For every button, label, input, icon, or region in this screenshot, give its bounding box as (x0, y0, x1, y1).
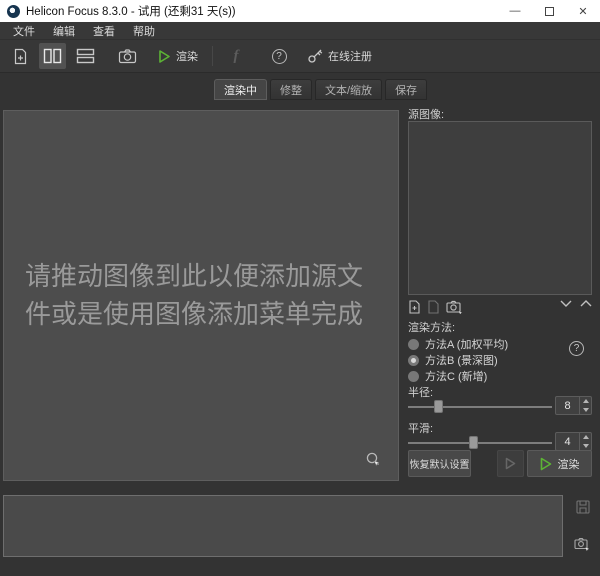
render-toolbar-label: 渲染 (176, 51, 198, 63)
tab-save[interactable]: 保存 (385, 79, 428, 100)
tab-retouch[interactable]: 修整 (270, 79, 312, 100)
app-icon (7, 4, 20, 18)
maximize-button[interactable] (532, 0, 566, 22)
method-b-radio[interactable]: 方法B (景深图) (408, 352, 498, 368)
smoothing-slider-handle[interactable] (468, 436, 478, 449)
source-images-label: 源图像: (408, 109, 445, 121)
menu-file[interactable]: 文件 (4, 23, 44, 39)
add-file-icon[interactable] (408, 300, 421, 314)
toolbar: 渲染 f ? 在线注册 (0, 40, 600, 73)
radio-selected-icon (408, 354, 419, 366)
render-button-label: 渲染 (557, 458, 580, 471)
facebook-button[interactable]: f (223, 43, 249, 69)
smoothing-spin-buttons (579, 433, 591, 450)
method-c-radio[interactable]: 方法C (新增) (408, 368, 487, 384)
method-c-label: 方法C (新增) (425, 371, 488, 383)
output-preview-box[interactable] (3, 495, 563, 557)
smoothing-value: 4 (564, 435, 571, 448)
radius-slider-track[interactable] (408, 406, 552, 408)
titlebar: Helicon Focus 8.3.0 - 试用 (还剩31 天(s)) — ✕ (0, 0, 600, 22)
tab-text-scale[interactable]: 文本/缩放 (315, 79, 383, 100)
helicon-focus-window: Helicon Focus 8.3.0 - 试用 (还剩31 天(s)) — ✕… (0, 0, 600, 576)
radius-decrement-icon[interactable] (580, 406, 591, 415)
radius-increment-icon[interactable] (580, 397, 591, 406)
minimize-button[interactable]: — (498, 0, 532, 22)
split-horizontal-button[interactable] (72, 43, 99, 69)
reset-defaults-button[interactable]: 恢复默认设置 (408, 450, 471, 477)
facebook-icon: f (233, 47, 239, 64)
save-icon[interactable] (576, 500, 590, 514)
key-icon (307, 48, 323, 64)
bottom-panel (0, 487, 600, 576)
radius-value: 8 (564, 399, 571, 412)
source-images-list[interactable] (408, 121, 592, 295)
image-drop-canvas[interactable]: 请推动图像到此以便添加源文件或是使用图像添加菜单完成 (3, 110, 399, 481)
method-b-label: 方法B (景深图) (425, 355, 498, 367)
window-title: Helicon Focus 8.3.0 - 试用 (还剩31 天(s)) (26, 6, 236, 18)
split-vertical-icon (43, 48, 62, 64)
add-document-icon (12, 48, 29, 65)
radius-slider-handle[interactable] (433, 400, 443, 413)
smoothing-slider-track[interactable] (408, 442, 552, 444)
online-register-label: 在线注册 (328, 51, 372, 63)
render-secondary-button[interactable] (497, 450, 524, 477)
radius-spin-buttons (579, 397, 591, 414)
radio-icon (408, 370, 419, 382)
render-button[interactable]: 渲染 (527, 450, 592, 477)
method-a-label: 方法A (加权平均) (425, 339, 509, 351)
method-help-icon[interactable]: ? (569, 341, 584, 356)
window-controls: — ✕ (498, 0, 600, 22)
add-images-button[interactable] (7, 43, 33, 69)
help-icon: ? (271, 48, 287, 64)
split-horizontal-icon (76, 48, 95, 64)
chevron-down-icon[interactable] (560, 300, 572, 307)
render-play-icon (540, 457, 552, 471)
tab-rendering[interactable]: 渲染中 (214, 79, 267, 100)
radius-slider-row: 8 (408, 396, 592, 415)
drop-hint-text: 请推动图像到此以便添加源文件或是使用图像添加菜单完成 (25, 260, 364, 329)
smoothing-increment-icon[interactable] (580, 433, 591, 442)
right-panel: 源图像: 渲染方法: 方法A (加权平均) 方法B (景深图) 方法C (新增)… (400, 103, 600, 487)
menu-edit[interactable]: 编辑 (44, 23, 84, 39)
maximize-icon (544, 6, 554, 16)
help-button[interactable]: ? (266, 43, 292, 69)
camera-capture-icon[interactable] (446, 300, 463, 314)
camera-icon (118, 48, 137, 64)
smoothing-label: 平滑: (408, 423, 434, 435)
smoothing-slider-row: 4 (408, 432, 592, 451)
source-list-reorder (552, 300, 592, 307)
play-icon (158, 49, 171, 64)
chevron-up-icon[interactable] (580, 300, 592, 307)
radius-label: 半径: (408, 387, 434, 399)
radius-spinbox[interactable]: 8 (555, 396, 592, 415)
menubar: 文件 编辑 查看 帮助 (0, 22, 600, 40)
split-vertical-button[interactable] (39, 43, 66, 69)
close-button[interactable]: ✕ (566, 0, 600, 22)
menu-help[interactable]: 帮助 (124, 23, 164, 39)
camera-button[interactable] (114, 43, 141, 69)
method-a-radio[interactable]: 方法A (加权平均) (408, 336, 508, 352)
source-list-toolbar (408, 300, 469, 314)
radio-icon (408, 338, 419, 350)
zoom-magnifier-icon[interactable] (365, 451, 382, 468)
render-method-label: 渲染方法: (408, 322, 456, 334)
tab-row: 渲染中 修整 文本/缩放 保存 (0, 73, 600, 103)
online-register-button[interactable]: 在线注册 (303, 43, 376, 69)
smoothing-spinbox[interactable]: 4 (555, 432, 592, 451)
render-toolbar-button[interactable]: 渲染 (154, 43, 202, 69)
capture-icon[interactable] (574, 537, 590, 552)
menu-view[interactable]: 查看 (84, 23, 124, 39)
smoothing-decrement-icon[interactable] (580, 442, 591, 451)
toolbar-separator (212, 46, 213, 66)
remove-file-icon[interactable] (427, 300, 440, 314)
